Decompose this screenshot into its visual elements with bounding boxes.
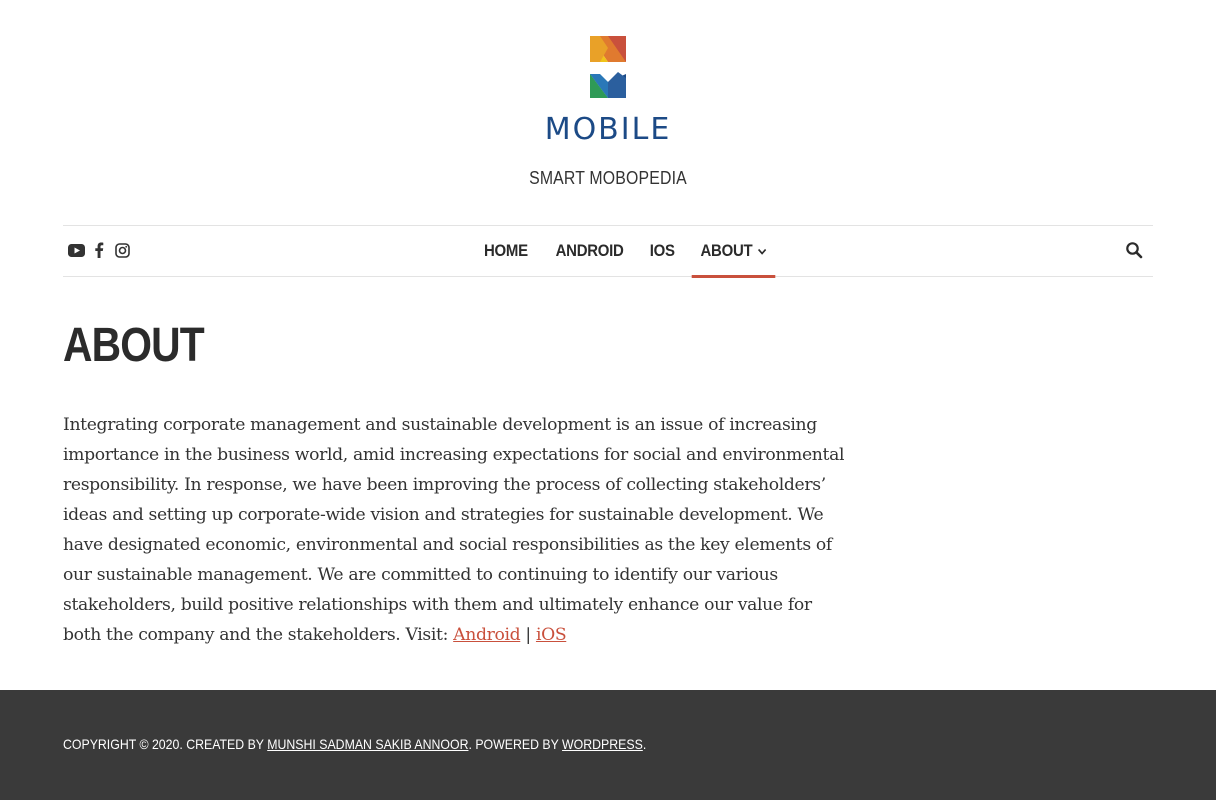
menu-item-label: ABOUT bbox=[700, 241, 753, 260]
main-navbar: HOME ANDROID IOS ABOUT bbox=[63, 225, 1153, 278]
site-logo[interactable]: MOBILE bbox=[528, 34, 688, 146]
menu-item-ios[interactable]: IOS bbox=[641, 226, 684, 276]
search-icon[interactable] bbox=[1125, 241, 1145, 261]
chevron-down-icon bbox=[758, 248, 767, 255]
menu-item-about[interactable]: ABOUT bbox=[692, 226, 776, 278]
author-link[interactable]: MUNSHI SADMAN SAKIB ANNOOR bbox=[267, 736, 468, 752]
social-links bbox=[67, 241, 136, 259]
primary-menu: HOME ANDROID IOS ABOUT bbox=[471, 226, 781, 278]
site-footer: COPYRIGHT © 2020. CREATED BY MUNSHI SADM… bbox=[0, 690, 1216, 800]
ios-link[interactable]: iOS bbox=[536, 625, 567, 645]
page-title: ABOUT bbox=[63, 319, 205, 372]
body-text: Integrating corporate management and sus… bbox=[63, 415, 845, 645]
site-header: MOBILE SMART MOBOPEDIA bbox=[0, 0, 1216, 225]
menu-item-label: IOS bbox=[649, 241, 675, 260]
footer-suffix: . bbox=[642, 736, 647, 752]
facebook-icon[interactable] bbox=[90, 241, 108, 259]
footer-prefix: COPYRIGHT © 2020. CREATED BY bbox=[63, 736, 268, 752]
site-tagline: SMART MOBOPEDIA bbox=[529, 168, 687, 188]
menu-item-label: ANDROID bbox=[555, 241, 624, 260]
menu-item-label: HOME bbox=[483, 241, 528, 260]
page-content: Integrating corporate management and sus… bbox=[63, 410, 848, 650]
footer-middle: . POWERED BY bbox=[468, 736, 563, 752]
link-separator: | bbox=[520, 625, 536, 645]
logo-mark-icon bbox=[590, 36, 626, 98]
android-link[interactable]: Android bbox=[453, 625, 520, 645]
menu-item-android[interactable]: ANDROID bbox=[547, 226, 633, 276]
instagram-icon[interactable] bbox=[113, 241, 131, 259]
footer-credits: COPYRIGHT © 2020. CREATED BY MUNSHI SADM… bbox=[63, 736, 646, 752]
logo-text: MOBILE bbox=[544, 112, 672, 147]
youtube-icon[interactable] bbox=[67, 241, 85, 259]
wordpress-link[interactable]: WORDPRESS bbox=[562, 736, 643, 752]
menu-item-home[interactable]: HOME bbox=[475, 226, 536, 276]
